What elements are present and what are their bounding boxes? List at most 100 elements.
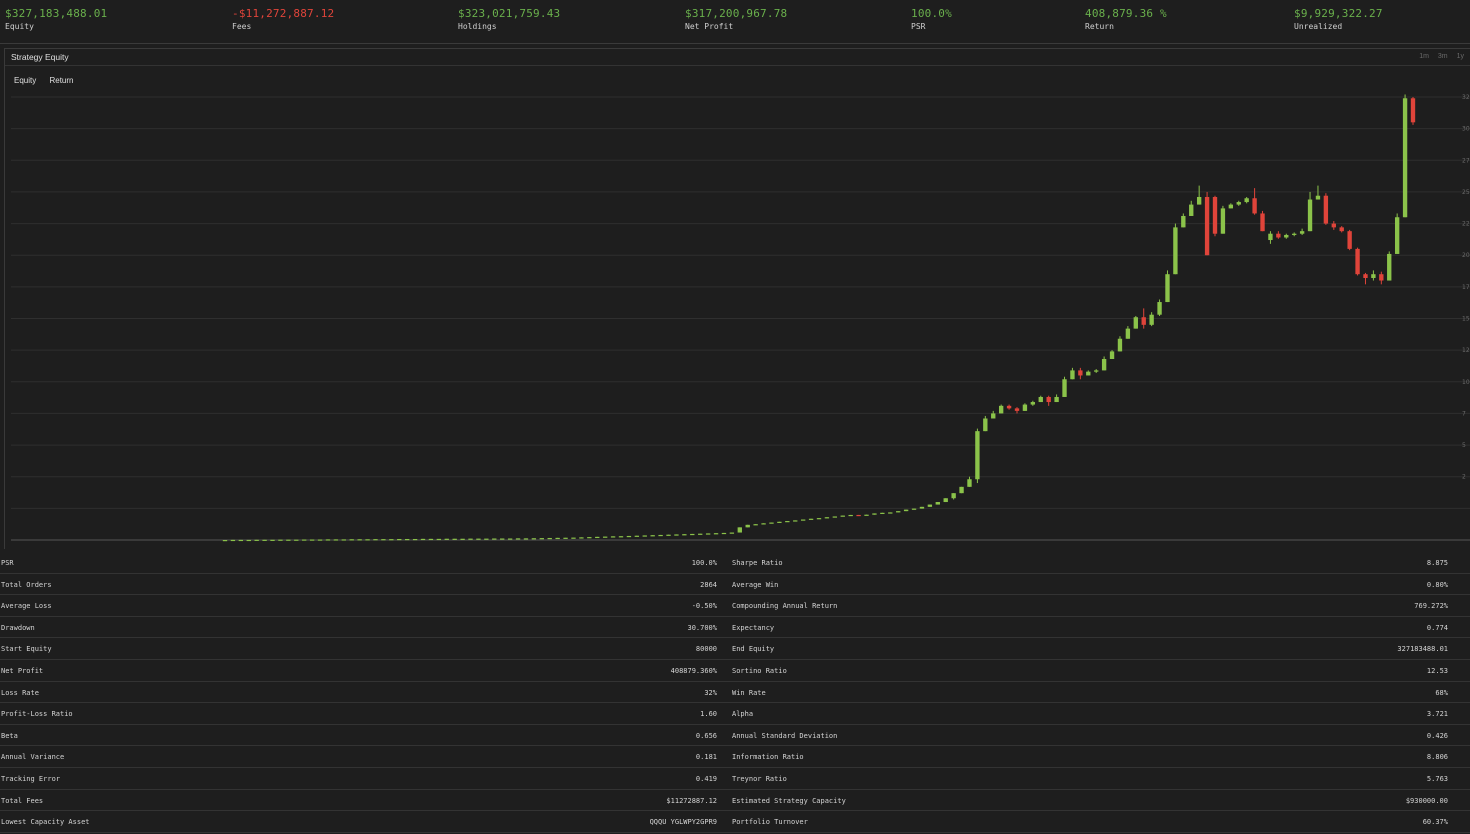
y-tick-label: 22 [1462,221,1470,228]
stat-equity: $327,183,488.01 Equity [5,7,107,33]
candle [595,536,600,539]
candle-body [531,538,537,540]
candle [602,536,608,538]
candle [1157,299,1162,316]
candle-body [753,524,758,526]
candle-body [721,532,727,535]
candle [1347,229,1352,251]
candle [967,476,972,487]
right-stat-label: Win Rate [732,688,766,697]
candle [872,513,877,515]
candle-body [1062,379,1067,397]
table-row: Drawdown 30.700% Expectancy 0.774 [0,617,1470,639]
candle [729,532,735,534]
candle [1284,233,1289,239]
range-button-1m[interactable]: 1m [1419,53,1429,60]
candle-body [492,538,497,540]
candle [682,534,687,536]
candle-body [1363,274,1368,278]
candle [761,523,766,525]
range-button-3m[interactable]: 3m [1438,53,1448,60]
stat-label: Unrealized [1294,22,1343,31]
candle-body [428,538,434,541]
candle-body [309,539,315,541]
candle-body [1347,231,1352,249]
stat-value: $317,200,967.78 [685,7,788,20]
candle-body [278,539,283,541]
candle [507,538,513,540]
candle-body [911,508,917,510]
right-stat-value: 60.37% [1422,818,1448,827]
candle [294,539,299,541]
candle-body [381,539,386,541]
left-stat-label: Beta [1,731,18,740]
candle-body [1149,314,1154,325]
candle [523,538,529,540]
candle-body [1078,370,1083,376]
candle-body [1299,231,1305,234]
candle [262,539,267,541]
y-tick-label: 10 [1462,379,1470,386]
candle-body [1046,396,1051,403]
candle-body [1331,223,1336,228]
candle [349,539,354,541]
candle [1379,271,1384,285]
left-stat-label: Tracking Error [1,774,61,783]
candle-body [1054,396,1059,403]
candle-body [1284,234,1289,238]
stat-label: Equity [5,22,34,31]
candle-body [872,513,877,515]
candle [1276,231,1281,239]
candle [1387,251,1392,281]
candle [302,539,307,541]
range-selector: 1m 3m 1y [1412,53,1464,60]
candle [785,521,790,523]
candle [998,404,1004,414]
candle-body [468,538,473,540]
candle-body [484,538,489,540]
candle [1212,195,1218,237]
candle-body [785,521,790,523]
range-button-1y[interactable]: 1y [1457,53,1464,60]
candle [365,539,370,541]
left-stat-label: Profit-Loss Ratio [1,710,73,719]
left-stat-value: 0.419 [695,774,717,783]
left-stat-value: 100.0% [691,559,717,567]
candle-body [1402,98,1408,218]
candle [943,498,948,503]
table-row: Start Equity 80000 End Equity 327183488.01 [0,638,1470,660]
candle-body [1212,196,1218,234]
candle-body [1379,274,1384,281]
stat-psr: 100.0% PSR [911,7,952,33]
candle-body [539,538,544,540]
candle-body [1323,195,1329,224]
candle [571,537,576,539]
candle [674,534,679,536]
candle-body [1236,202,1241,205]
candle-body [397,538,402,541]
candle-body [507,538,513,540]
candle-body [1220,208,1226,234]
candle-body [888,512,893,514]
candle [1094,369,1099,373]
candle [618,536,624,538]
stat-value: 100.0% [911,7,952,20]
tab-equity[interactable]: Equity [14,76,36,85]
candle [278,539,283,541]
candle-body [1125,328,1131,339]
candle [1117,336,1123,352]
candle-body [222,540,228,542]
tab-return[interactable]: Return [49,76,73,85]
candle [713,533,719,535]
candle-body [1133,317,1138,329]
stat-value: 408,879.36 % [1085,7,1167,20]
candle [935,502,940,505]
stat-fees: -$11,272,887.12 Fees [232,7,334,33]
candle [745,524,750,528]
left-stat-label: Start Equity [1,645,52,654]
candle-body [333,539,339,541]
left-stat-value: $11272887.12 [666,796,717,805]
candle [254,539,259,541]
left-stat-value: 408879.360% [670,666,717,675]
summary-stats-bar: $327,183,488.01 Equity -$11,272,887.12 F… [0,0,1470,44]
